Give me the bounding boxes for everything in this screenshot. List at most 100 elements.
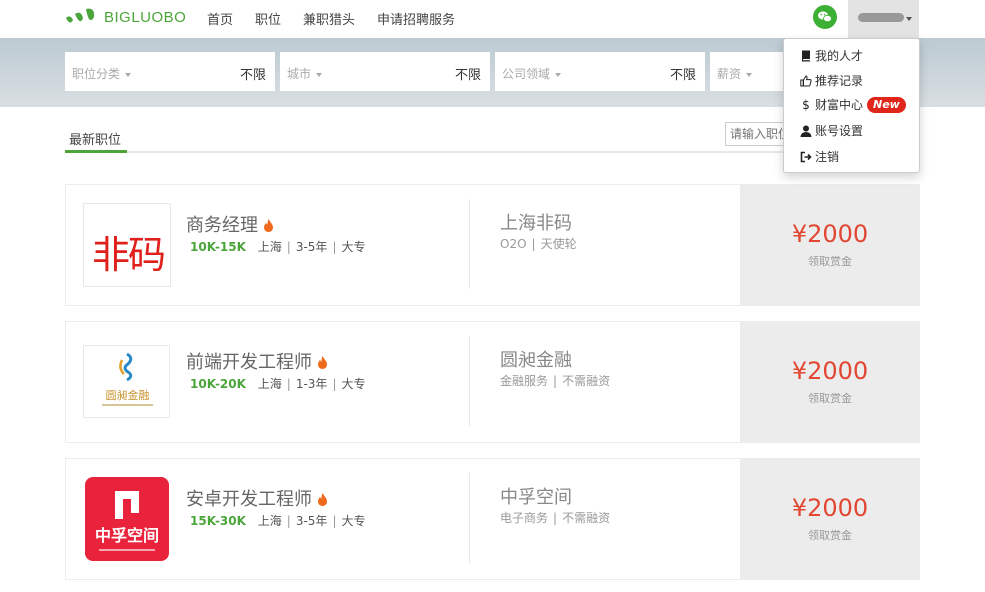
job-salary: 15K-30K xyxy=(190,514,246,528)
menu-item-label: 财富中心 xyxy=(815,98,864,112)
user-dropdown-menu: 我的人才 推荐记录 $ 财富中心 New 账号设置 注销 xyxy=(783,38,920,173)
card-divider xyxy=(469,199,470,289)
chevron-down-icon xyxy=(906,17,912,21)
book-icon xyxy=(800,50,812,62)
job-education: 大专 xyxy=(341,514,366,528)
card-divider xyxy=(469,336,470,426)
job-title: 商务经理 xyxy=(186,215,258,236)
separator: | xyxy=(332,240,337,254)
company-name[interactable]: 圆昶金融 xyxy=(500,346,572,372)
job-city: 上海 xyxy=(257,240,282,254)
user-icon xyxy=(800,125,812,137)
reward-panel[interactable]: ¥2000 领取赏金 xyxy=(740,322,920,442)
wechat-icon[interactable] xyxy=(813,5,837,29)
brand-logo[interactable]: BIGLUOBO xyxy=(64,6,186,28)
filter-label-text: 城市 xyxy=(287,67,312,81)
company-tag: 电子商务 xyxy=(500,511,549,525)
filter-label: 职位分类 xyxy=(72,65,132,82)
filter-label-text: 公司领域 xyxy=(502,67,551,81)
nav-item-recruit-service[interactable]: 申请招聘服务 xyxy=(377,9,455,28)
filter-city[interactable]: 城市 不限 xyxy=(280,52,490,91)
menu-item-label: 注销 xyxy=(815,150,840,164)
job-title-link[interactable]: 前端开发工程师 xyxy=(186,348,328,374)
company-logo: 非码 xyxy=(83,203,171,287)
company-meta: 电子商务 | 不需融资 xyxy=(500,509,610,526)
caret-down-icon xyxy=(125,72,132,77)
svg-text:圆昶金融: 圆昶金融 xyxy=(106,388,150,402)
separator: | xyxy=(553,374,558,388)
menu-item-account-settings[interactable]: 账号设置 xyxy=(800,122,863,139)
reward-amount: ¥2000 xyxy=(791,494,869,522)
job-card[interactable]: 非码 商务经理 10K-15K 上海 | 3-5年 | 大专 上海非码 O2O | 天使轮 … xyxy=(65,184,920,306)
filter-job-category[interactable]: 职位分类 不限 xyxy=(65,52,275,91)
reward-label: 领取赏金 xyxy=(808,255,852,268)
job-title: 前端开发工程师 xyxy=(186,352,312,373)
job-title-link[interactable]: 商务经理 xyxy=(186,211,274,237)
company-name[interactable]: 上海非码 xyxy=(500,209,572,235)
tab-latest-jobs[interactable]: 最新职位 xyxy=(69,129,121,148)
yuanchang-logo-mark: 圆昶金融 xyxy=(102,352,153,406)
job-experience: 1-3年 xyxy=(295,377,328,391)
reward-amount: ¥2000 xyxy=(791,220,869,248)
user-menu-toggle[interactable] xyxy=(848,0,919,38)
caret-down-icon xyxy=(746,72,753,77)
job-card[interactable]: 圆昶金融 前端开发工程师 10K-20K 上海 | 1-3年 | 大专 圆昶金融 金融服… xyxy=(65,321,920,443)
separator: | xyxy=(286,240,291,254)
caret-down-icon xyxy=(316,72,323,77)
reward-label: 领取赏金 xyxy=(808,529,852,542)
nav-item-home[interactable]: 首页 xyxy=(207,9,233,28)
company-meta: 金融服务 | 不需融资 xyxy=(500,372,610,389)
reward-panel[interactable]: ¥2000 领取赏金 xyxy=(740,185,920,305)
nav-item-jobs[interactable]: 职位 xyxy=(255,9,281,28)
company-tag: 不需融资 xyxy=(562,511,611,525)
filter-label: 薪资 xyxy=(717,65,753,82)
user-name-redacted xyxy=(858,13,904,22)
hot-fire-icon xyxy=(318,356,327,369)
filter-label-text: 薪资 xyxy=(717,67,742,81)
job-salary: 10K-15K xyxy=(190,240,246,254)
company-tag: 金融服务 xyxy=(500,374,549,388)
job-meta: 10K-20K 上海 | 1-3年 | 大专 xyxy=(190,375,366,392)
job-experience: 3-5年 xyxy=(295,514,328,528)
thumbs-up-icon xyxy=(800,74,812,87)
company-logo: 中孚空间 xyxy=(85,477,169,561)
hot-fire-icon xyxy=(264,219,273,232)
separator: | xyxy=(332,514,337,528)
reward-label: 领取赏金 xyxy=(808,392,852,405)
reward-amount: ¥2000 xyxy=(791,357,869,385)
job-education: 大专 xyxy=(341,377,366,391)
company-name[interactable]: 中孚空间 xyxy=(500,483,572,509)
job-meta: 15K-30K 上海 | 3-5年 | 大专 xyxy=(190,512,366,529)
job-title-link[interactable]: 安卓开发工程师 xyxy=(186,485,328,511)
card-divider xyxy=(469,473,470,563)
menu-item-label: 账号设置 xyxy=(815,124,864,138)
company-meta: O2O | 天使轮 xyxy=(500,235,577,252)
logo-text: 非码 xyxy=(91,233,166,277)
caret-down-icon xyxy=(555,72,562,77)
filter-value: 不限 xyxy=(239,68,266,83)
svg-text:中孚空间: 中孚空间 xyxy=(95,526,159,545)
company-tag: 天使轮 xyxy=(540,237,577,251)
company-logo: 圆昶金融 xyxy=(83,345,170,418)
menu-item-referrals[interactable]: 推荐记录 xyxy=(800,72,863,89)
nav-item-parttime-headhunter[interactable]: 兼职猎头 xyxy=(303,9,355,28)
job-education: 大专 xyxy=(341,240,366,254)
menu-item-logout[interactable]: 注销 xyxy=(800,148,839,165)
menu-item-my-talent[interactable]: 我的人才 xyxy=(800,47,863,64)
job-card[interactable]: 中孚空间 安卓开发工程师 15K-30K 上海 | 3-5年 | 大专 中孚空间 电子商… xyxy=(65,458,920,580)
dollar-icon: $ xyxy=(802,97,810,112)
separator: | xyxy=(531,237,536,251)
separator: | xyxy=(553,511,558,525)
filter-industry[interactable]: 公司领域 不限 xyxy=(495,52,705,91)
leaf-logo-icon xyxy=(66,8,95,23)
filter-label: 城市 xyxy=(287,65,323,82)
logout-icon xyxy=(800,151,812,163)
filter-label: 公司领域 xyxy=(502,65,562,82)
top-navbar: BIGLUOBO 首页 职位 兼职猎头 申请招聘服务 xyxy=(0,0,985,38)
menu-item-label: 推荐记录 xyxy=(815,74,864,88)
job-salary: 10K-20K xyxy=(190,377,246,391)
job-meta: 10K-15K 上海 | 3-5年 | 大专 xyxy=(190,238,366,255)
reward-panel[interactable]: ¥2000 领取赏金 xyxy=(740,459,920,579)
menu-item-wealth-center[interactable]: $ 财富中心 New xyxy=(800,96,906,113)
company-tag: O2O xyxy=(500,237,527,251)
